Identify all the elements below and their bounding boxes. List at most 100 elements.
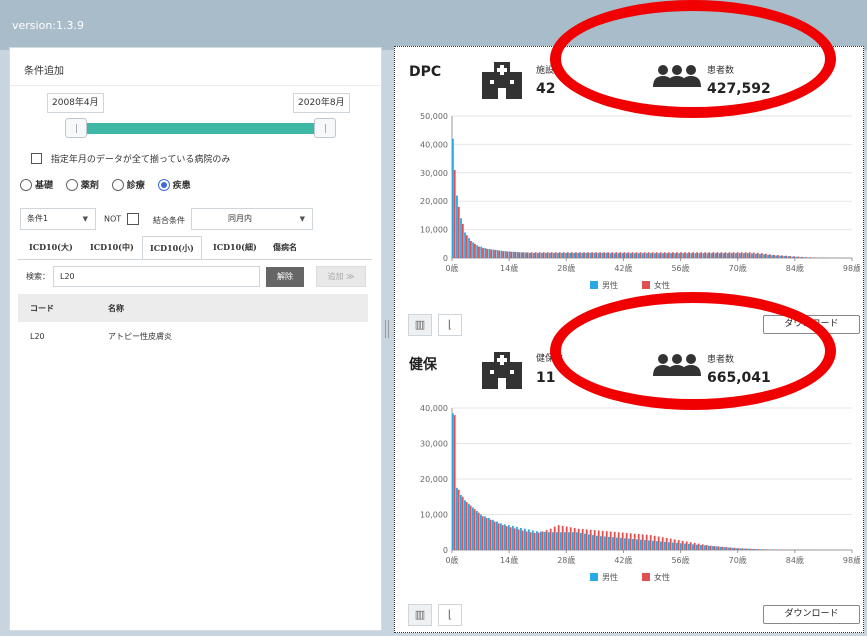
chart-view-icon[interactable]: ⌊ [438, 314, 462, 336]
legend-label: 男性 [602, 280, 618, 290]
chart-view-icon[interactable]: ⌊ [438, 604, 462, 626]
bar [813, 257, 816, 258]
panel-resize-handle[interactable] [385, 320, 389, 338]
table-row[interactable]: L20 アトピー性皮膚炎 [18, 322, 368, 350]
bar [612, 537, 614, 550]
dpc-age-chart: 50,000 40,000 30,000 20,000 10,000 00歳 14歳 28歳 4… [420, 112, 860, 290]
bar [617, 253, 620, 258]
bar [476, 510, 478, 550]
highlight-ring [550, 292, 836, 410]
bar [558, 252, 561, 258]
x-tick-label: 98歳 [843, 555, 860, 565]
bar [473, 509, 476, 550]
bar [549, 528, 552, 550]
bar [725, 547, 728, 550]
bar [587, 252, 589, 258]
bar [452, 413, 454, 550]
x-tick-label: 84歳 [786, 555, 804, 565]
tab-icd10-small[interactable]: ICD10(小) [142, 236, 202, 260]
bar [649, 535, 652, 550]
bar [534, 252, 537, 258]
bar [704, 252, 707, 258]
bar [457, 206, 460, 258]
radio-treatment[interactable] [111, 178, 124, 191]
bar [756, 252, 759, 258]
bar [532, 252, 535, 258]
bar [700, 252, 703, 258]
bar [592, 535, 594, 550]
insurer-count-value: 11 [536, 370, 556, 386]
x-tick-label: 14歳 [500, 555, 518, 565]
bar [509, 527, 512, 550]
bar [744, 548, 746, 550]
bar [760, 549, 762, 550]
table-view-icon[interactable]: ▥ [408, 314, 432, 336]
complete-data-checkbox[interactable] [31, 153, 42, 164]
bar [512, 251, 515, 258]
bar [477, 512, 480, 550]
radio-basic[interactable] [20, 178, 32, 191]
complete-data-label: 指定年月のデータが全て揃っている病院のみ [50, 155, 231, 165]
add-button[interactable]: 追加 ≫ [316, 266, 366, 287]
bar [713, 546, 716, 550]
condition-select[interactable]: 条件1 ▼ [20, 208, 96, 230]
bar [530, 252, 533, 258]
bar [464, 232, 466, 258]
bar [452, 138, 454, 258]
tab-icd10-medium[interactable]: ICD10(中) [83, 236, 141, 260]
bar [609, 253, 612, 258]
bar [775, 255, 778, 258]
bar [736, 548, 738, 550]
bar [497, 523, 500, 550]
bar [581, 529, 584, 550]
bar [560, 532, 562, 550]
bar [512, 525, 514, 550]
bar [484, 248, 487, 258]
combine-select[interactable]: 同月内 ▼ [191, 208, 313, 230]
bar [797, 256, 800, 258]
bar [660, 541, 662, 550]
legend-label: 女性 [654, 572, 670, 582]
bar [787, 256, 790, 258]
slider-end-handle[interactable] [314, 118, 336, 138]
bar [510, 251, 513, 258]
bar [506, 251, 509, 258]
bar [561, 252, 563, 258]
tab-icd10-large[interactable]: ICD10(大) [22, 236, 80, 260]
bar [676, 252, 678, 258]
bar [737, 548, 740, 550]
bar [601, 530, 604, 550]
bar [805, 257, 808, 258]
x-tick-label: 70歳 [729, 263, 747, 273]
bar [721, 546, 724, 550]
clear-button[interactable]: 解除 [266, 267, 304, 287]
radio-drug[interactable] [65, 178, 78, 191]
bar [500, 523, 502, 550]
bar [738, 253, 741, 258]
bar [686, 253, 689, 258]
bar [482, 248, 484, 258]
bar [494, 250, 497, 258]
bar [599, 252, 602, 258]
tab-disease-name[interactable]: 傷病名 [266, 236, 304, 260]
not-checkbox[interactable] [127, 213, 140, 225]
bar [696, 252, 699, 258]
radio-disease[interactable] [157, 178, 170, 191]
download-button[interactable]: ダウンロード [763, 605, 860, 624]
bar [702, 253, 705, 258]
bar [496, 250, 499, 258]
legend-label: 男性 [602, 572, 618, 582]
bar [553, 526, 556, 550]
table-view-icon[interactable]: ▥ [408, 604, 432, 626]
search-input[interactable]: L20 [53, 266, 260, 287]
bar [629, 253, 632, 258]
bar [468, 238, 470, 258]
slider-start-handle[interactable] [65, 118, 87, 138]
bar [639, 252, 642, 258]
bar [460, 218, 462, 258]
tab-icd10-detail[interactable]: ICD10(細) [206, 236, 264, 260]
bar [453, 415, 456, 550]
bar [693, 542, 696, 550]
section-title-dpc: DPC [409, 64, 442, 80]
bar [663, 252, 666, 258]
